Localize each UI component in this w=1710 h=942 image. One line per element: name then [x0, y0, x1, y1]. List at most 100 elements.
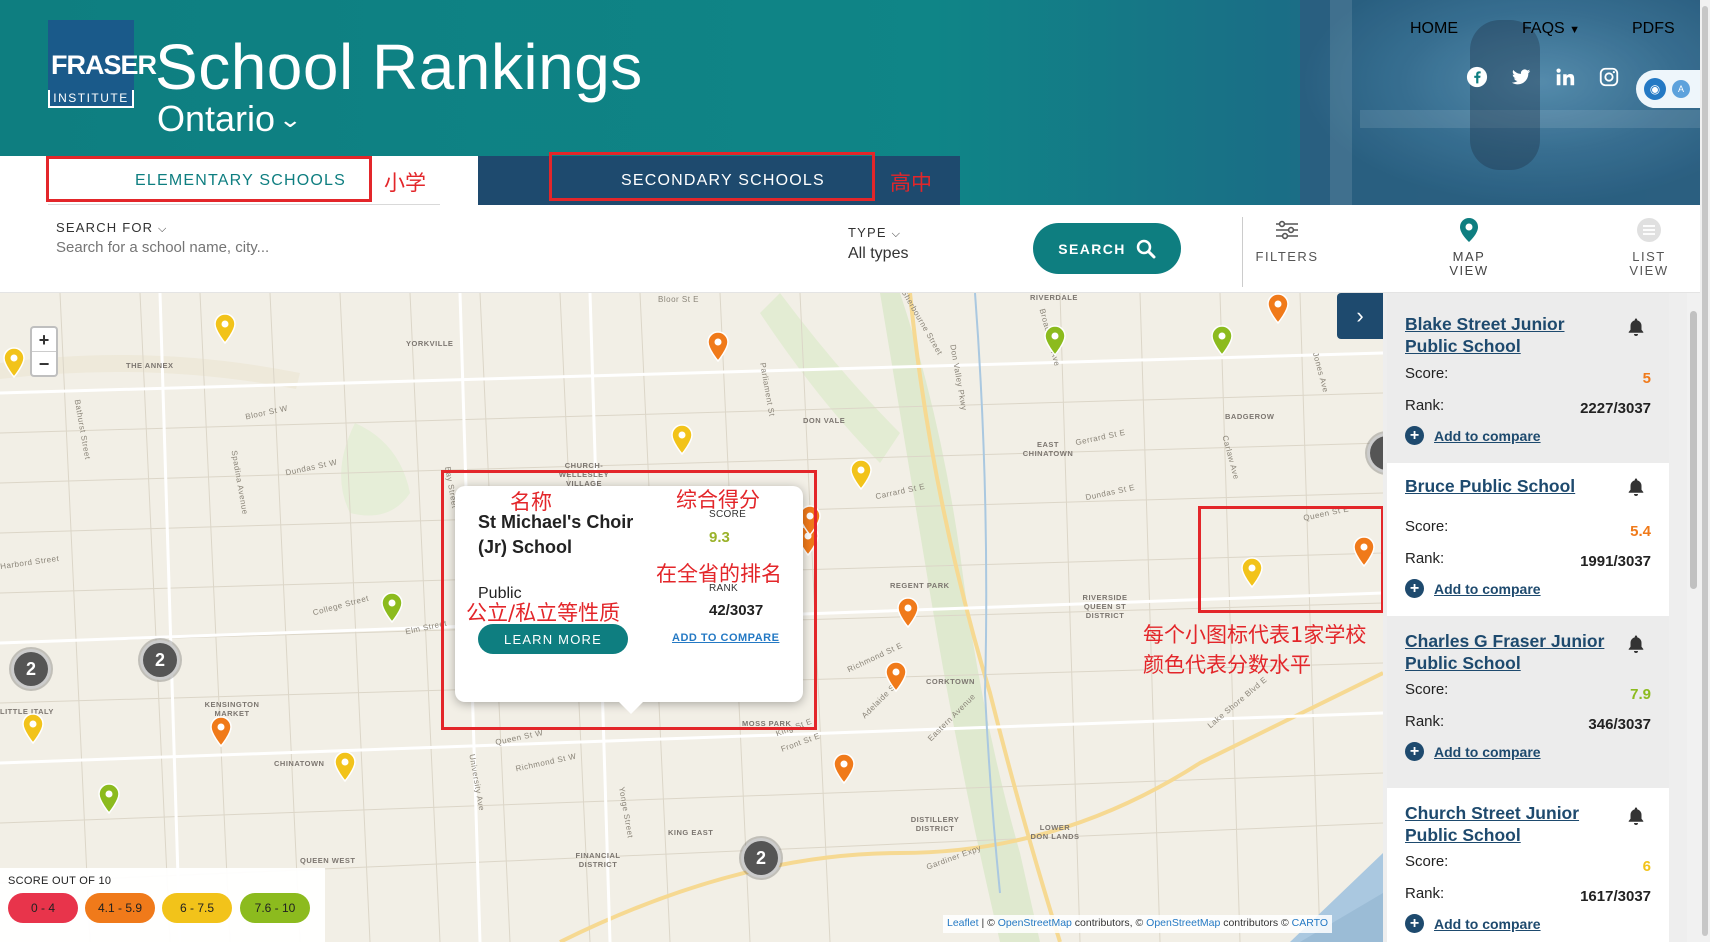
school-pin-orange[interactable]: [1266, 293, 1290, 325]
translate-icon: A: [1672, 80, 1690, 98]
collapse-list-button[interactable]: ›: [1337, 293, 1383, 339]
social-links: [1466, 66, 1620, 88]
bell-icon[interactable]: [1627, 477, 1645, 497]
zoom-out-button[interactable]: −: [32, 352, 56, 376]
attribution-text: contributors, ©: [1071, 917, 1147, 929]
osm-link[interactable]: OpenStreetMap: [1146, 917, 1220, 929]
add-to-compare-button[interactable]: + Add to compare: [1405, 579, 1541, 598]
twitter-icon[interactable]: [1510, 66, 1532, 88]
add-to-compare-label: Add to compare: [1434, 427, 1541, 444]
school-pin-yellow[interactable]: [670, 424, 694, 456]
school-pin-green[interactable]: [97, 783, 121, 815]
annotation-name: 名称: [510, 490, 552, 514]
place-label: DON VALE: [803, 416, 846, 425]
school-list-item[interactable]: Blake Street Junior Public School Score:…: [1387, 293, 1669, 463]
filters-button[interactable]: FILTERS: [1254, 217, 1320, 264]
list-scrollbar[interactable]: [1687, 293, 1700, 942]
search-input[interactable]: [56, 239, 556, 256]
bell-icon[interactable]: [1627, 806, 1645, 826]
map-pin-icon: [1460, 218, 1478, 242]
attribution-text: contributors ©: [1220, 917, 1292, 929]
add-to-compare-button[interactable]: + Add to compare: [1405, 914, 1541, 933]
annotation-box-secondary: [549, 152, 875, 201]
instagram-icon[interactable]: [1598, 66, 1620, 88]
chevron-right-icon: ›: [1356, 303, 1364, 328]
school-score: 6: [1642, 858, 1651, 875]
annotation-pins-1: 每个小图标代表1家学校: [1143, 623, 1367, 647]
zoom-in-button[interactable]: +: [32, 328, 56, 352]
page-scrollbar[interactable]: [1700, 0, 1710, 942]
nav-pdfs[interactable]: PDFS: [1632, 20, 1675, 38]
bell-icon[interactable]: [1627, 317, 1645, 337]
school-pin-green[interactable]: [380, 592, 404, 624]
rank-label: Rank:: [1405, 713, 1445, 730]
school-pin-orange[interactable]: [896, 597, 920, 629]
search-for-dropdown[interactable]: SEARCH FOR ⌵: [56, 220, 168, 236]
search-button[interactable]: SEARCH: [1033, 223, 1181, 274]
school-pin-green[interactable]: [1043, 325, 1067, 357]
school-cluster-marker[interactable]: 2: [140, 640, 180, 680]
osm-link[interactable]: OpenStreetMap: [998, 917, 1072, 929]
school-pin-yellow[interactable]: [213, 313, 237, 345]
school-pin-orange[interactable]: [706, 331, 730, 363]
school-pin-orange[interactable]: [832, 753, 856, 785]
type-value[interactable]: All types: [848, 245, 908, 263]
school-pin-yellow[interactable]: [849, 459, 873, 491]
school-pin-green[interactable]: [1210, 325, 1234, 357]
place-label: YORKVILLE: [406, 339, 454, 348]
school-list-item[interactable]: Bruce Public School Score: 5.4 Rank: 199…: [1387, 463, 1669, 616]
school-pin-yellow[interactable]: [2, 347, 26, 379]
school-cluster-marker[interactable]: 2: [741, 838, 781, 878]
school-name-link[interactable]: Bruce Public School: [1405, 475, 1635, 497]
leaflet-link[interactable]: Leaflet: [947, 917, 979, 929]
accessibility-widget[interactable]: ◉ A: [1636, 70, 1700, 108]
nav-faqs[interactable]: FAQS ▼: [1522, 20, 1580, 38]
school-name-link[interactable]: Church Street Junior Public School: [1405, 802, 1605, 846]
school-list-item[interactable]: Church Street Junior Public School Score…: [1387, 788, 1669, 942]
school-name-link[interactable]: Charles G Fraser Junior Public School: [1405, 630, 1620, 674]
school-list-item[interactable]: Charles G Fraser Junior Public School Sc…: [1387, 616, 1669, 788]
learn-more-button[interactable]: LEARN MORE: [478, 624, 628, 654]
list-view-button[interactable]: LIST VIEW: [1622, 217, 1676, 278]
school-score: 7.9: [1630, 686, 1651, 703]
search-icon: [1136, 239, 1156, 258]
map-attribution: Leaflet | © OpenStreetMap contributors, …: [943, 915, 1333, 933]
chevron-down-icon: ⌵: [158, 223, 168, 235]
rank-label: Rank:: [1405, 550, 1445, 567]
school-pin-orange[interactable]: [209, 716, 233, 748]
score-label: Score:: [1405, 853, 1449, 870]
bell-icon[interactable]: [1627, 634, 1645, 654]
filters-label: FILTERS: [1255, 249, 1319, 264]
logo-text: FRASER: [51, 50, 157, 80]
add-to-compare-link[interactable]: ADD TO COMPARE: [672, 632, 779, 644]
school-pin-yellow[interactable]: [333, 751, 357, 783]
school-pin-yellow[interactable]: [21, 713, 45, 745]
plus-icon: +: [1405, 426, 1424, 445]
add-to-compare-button[interactable]: + Add to compare: [1405, 426, 1541, 445]
school-cluster-marker[interactable]: 2: [11, 649, 51, 689]
linkedin-icon[interactable]: [1554, 66, 1576, 88]
school-pin-orange[interactable]: [884, 661, 908, 693]
school-name-link[interactable]: Blake Street Junior Public School: [1405, 313, 1605, 357]
map-view-button[interactable]: MAP VIEW: [1442, 217, 1496, 278]
annotation-type: 公立/私立等性质: [466, 601, 621, 625]
map-view-label-1: MAP: [1452, 249, 1486, 264]
chevron-down-icon: ⌄: [278, 107, 303, 132]
list-view-label-1: LIST: [1632, 249, 1666, 264]
school-score: 5: [1642, 370, 1651, 387]
facebook-icon[interactable]: [1466, 66, 1488, 88]
scrollbar-thumb[interactable]: [1702, 6, 1708, 936]
nav-home[interactable]: HOME: [1410, 20, 1458, 38]
carto-link[interactable]: CARTO: [1292, 917, 1328, 929]
add-to-compare-button[interactable]: + Add to compare: [1405, 742, 1541, 761]
type-dropdown[interactable]: TYPE ⌵: [848, 225, 901, 241]
popup-school-name[interactable]: St Michael's Choir (Jr) School: [478, 510, 658, 560]
rank-label: Rank:: [1405, 397, 1445, 414]
place-label: EAST CHINATOWN: [1022, 440, 1074, 458]
legend-range-6-7: 6 - 7.5: [162, 893, 232, 923]
place-label: REGENT PARK: [890, 581, 950, 590]
province-selector[interactable]: Ontario ⌄: [157, 98, 303, 140]
fraser-institute-logo[interactable]: FRASER INSTITUTE: [48, 20, 157, 108]
school-popup: St Michael's Choir (Jr) School SCORE 9.3…: [455, 486, 803, 714]
scrollbar-thumb[interactable]: [1690, 311, 1697, 589]
